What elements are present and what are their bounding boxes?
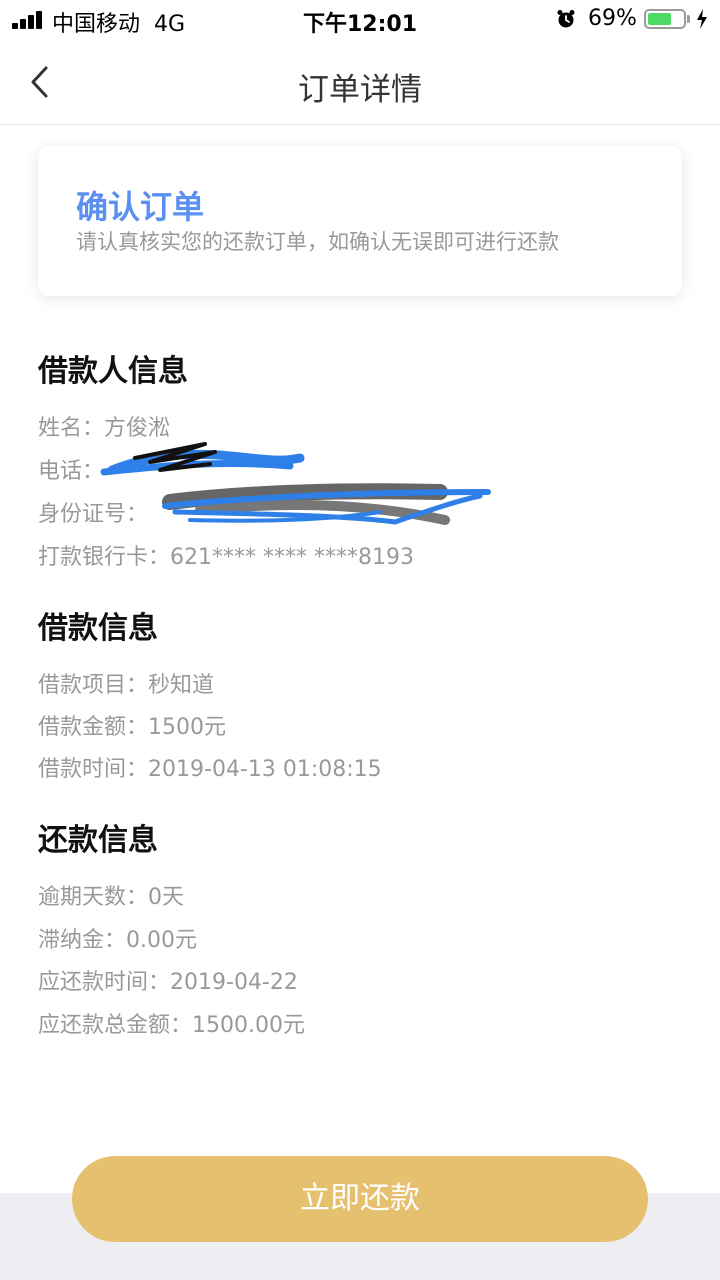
- overdue-days-label: 逾期天数：: [38, 885, 149, 910]
- total-due-row: 应还款总金额：1500.00元: [38, 1007, 305, 1039]
- loan-amount-label: 借款金额：: [38, 715, 149, 740]
- battery-percentage: 69%: [588, 6, 637, 31]
- borrower-bank-value: 621**** **** ****8193: [170, 545, 414, 570]
- repayment-info-heading: 还款信息: [38, 823, 158, 858]
- late-fee-row: 滞纳金：0.00元: [38, 922, 197, 954]
- loan-project-row: 借款项目：秒知道: [38, 667, 214, 699]
- battery-icon: [644, 9, 686, 29]
- charging-bolt-icon: [697, 9, 707, 29]
- loan-time-row: 借款时间：2019-04-13 01:08:15: [38, 751, 382, 783]
- confirm-order-title: 确认订单: [76, 188, 205, 226]
- borrower-id-label: 身份证号：: [38, 502, 149, 527]
- borrower-name-value: 方俊淞: [104, 416, 171, 441]
- late-fee-label: 滞纳金：: [38, 928, 127, 953]
- loan-info-heading: 借款信息: [38, 611, 158, 646]
- due-date-value: 2019-04-22: [170, 970, 298, 995]
- borrower-id-row: 身份证号：: [38, 496, 148, 528]
- loan-amount-row: 借款金额：1500元: [38, 709, 226, 741]
- total-due-value: 1500.00元: [192, 1013, 305, 1038]
- confirm-order-card: 确认订单 请认真核实您的还款订单，如确认无误即可进行还款: [38, 146, 682, 296]
- pay-now-button[interactable]: 立即还款: [72, 1156, 648, 1242]
- due-date-row: 应还款时间：2019-04-22: [38, 964, 298, 996]
- borrower-bank-label: 打款银行卡：: [38, 545, 171, 570]
- borrower-bank-row: 打款银行卡：621**** **** ****8193: [38, 539, 414, 571]
- overdue-days-row: 逾期天数：0天: [38, 879, 184, 911]
- alarm-icon: [557, 10, 575, 28]
- nav-bar: 订单详情: [0, 40, 720, 125]
- status-bar: 中国移动 4G 下午12:01 69%: [0, 0, 720, 40]
- confirm-order-description: 请认真核实您的还款订单，如确认无误即可进行还款: [76, 230, 559, 254]
- page-title: 订单详情: [298, 72, 422, 108]
- overdue-days-value: 0天: [148, 885, 185, 910]
- battery-tip: [687, 15, 690, 23]
- loan-amount-value: 1500元: [148, 715, 227, 740]
- loan-time-label: 借款时间：: [38, 757, 149, 782]
- late-fee-value: 0.00元: [126, 928, 198, 953]
- battery-level-fill: [648, 13, 671, 25]
- total-due-label: 应还款总金额：: [38, 1013, 193, 1038]
- due-date-label: 应还款时间：: [38, 970, 171, 995]
- borrower-phone-row: 电话：: [38, 453, 104, 485]
- loan-project-label: 借款项目：: [38, 673, 149, 698]
- borrower-name-row: 姓名：方俊淞: [38, 410, 170, 442]
- borrower-phone-label: 电话：: [38, 459, 105, 484]
- loan-time-value: 2019-04-13 01:08:15: [148, 757, 382, 782]
- borrower-name-label: 姓名：: [38, 416, 105, 441]
- borrower-info-heading: 借款人信息: [38, 354, 188, 389]
- loan-project-value: 秒知道: [148, 673, 215, 698]
